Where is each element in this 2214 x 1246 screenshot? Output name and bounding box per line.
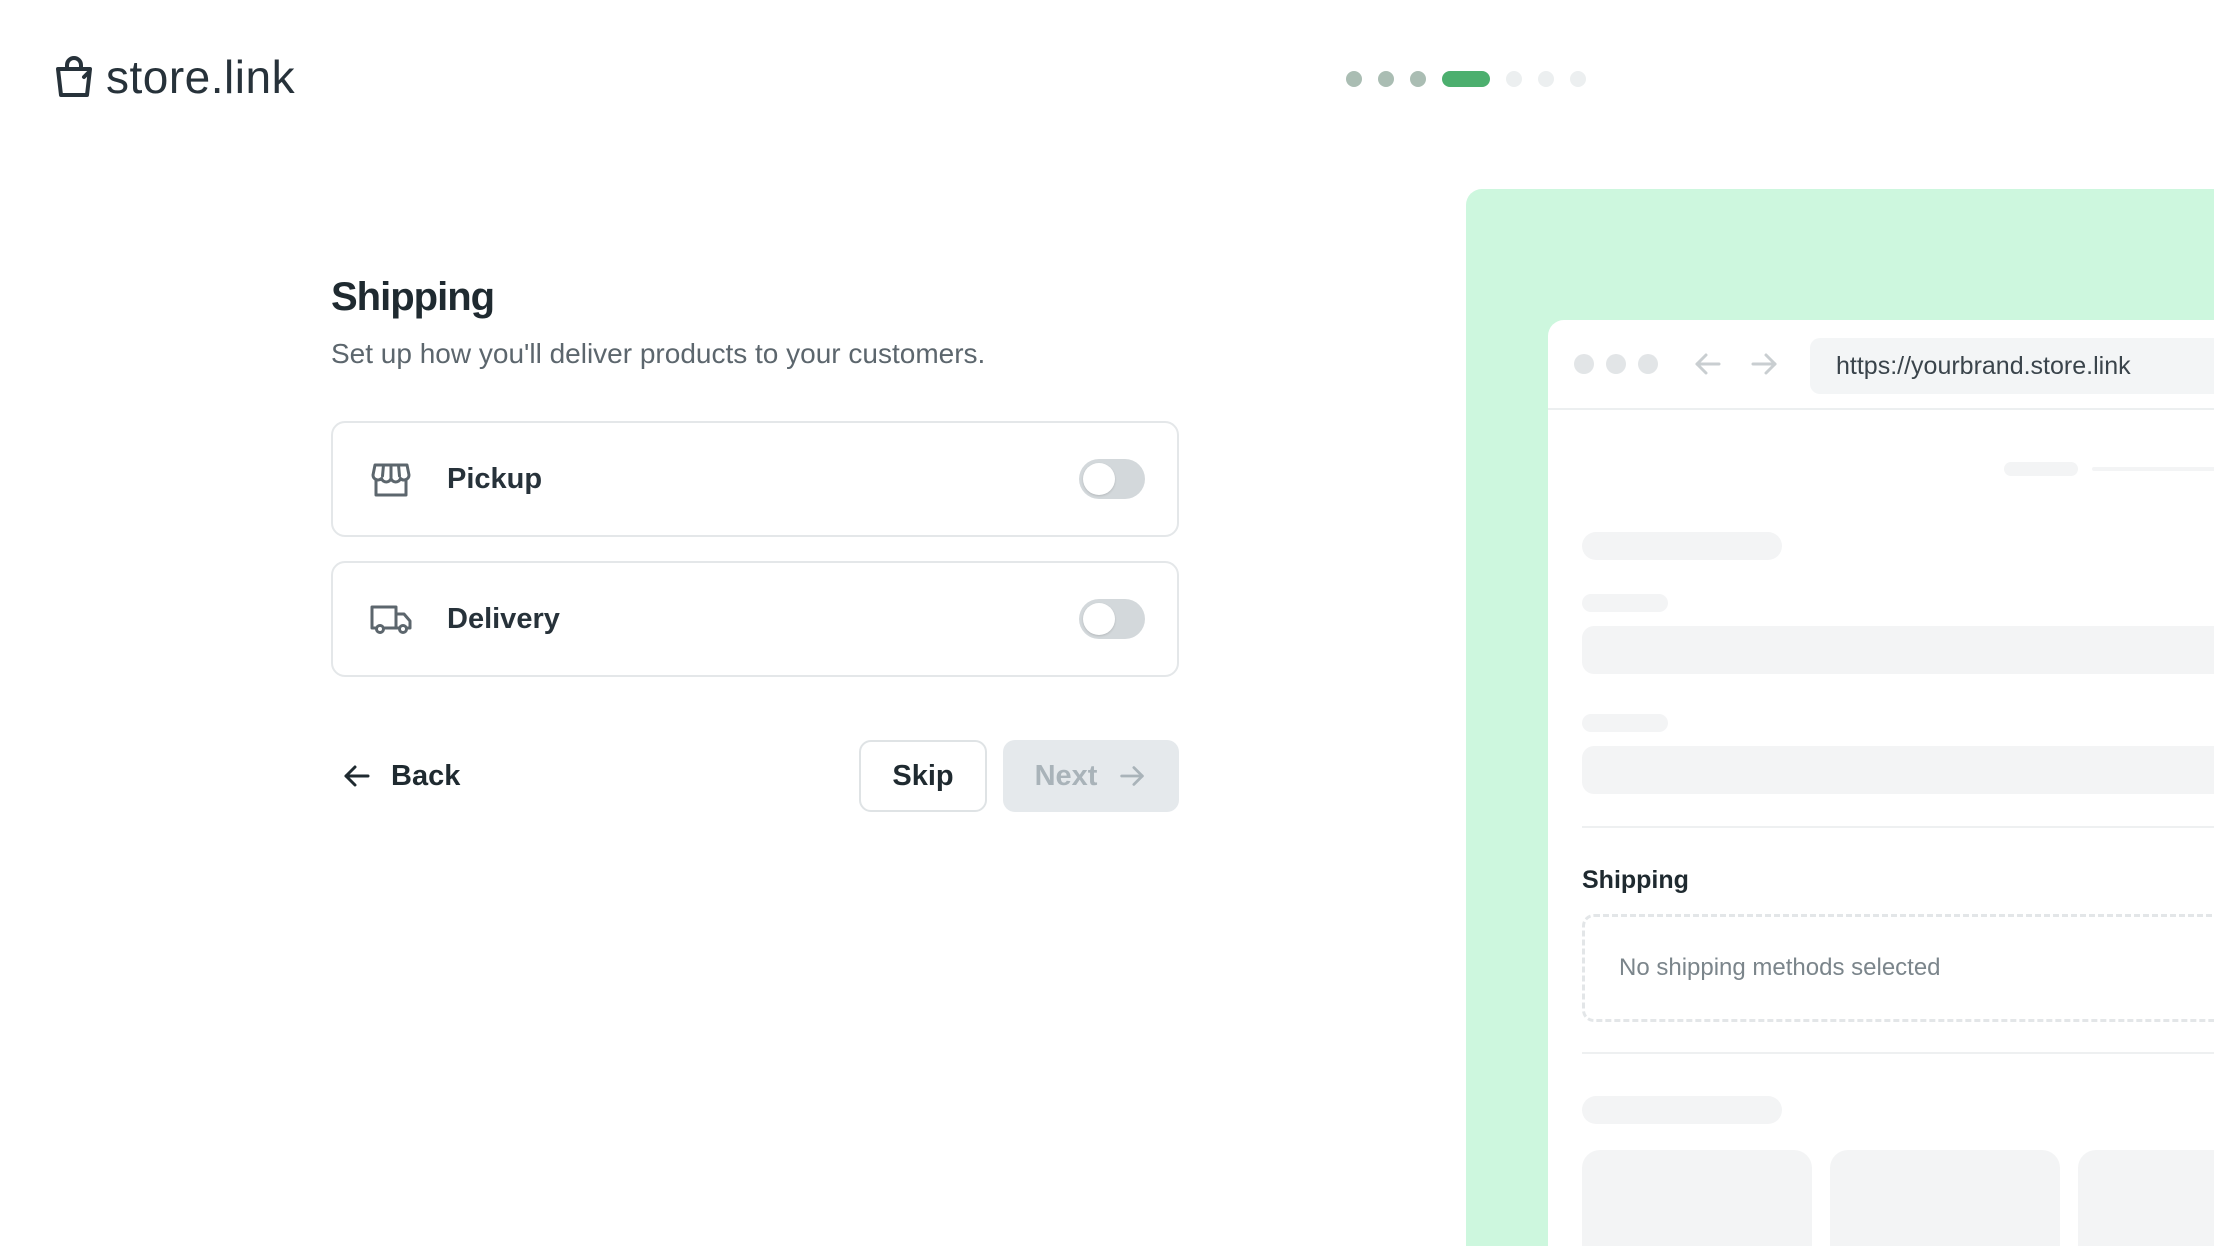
- window-controls: [1574, 354, 1658, 374]
- browser-toolbar: https://yourbrand.store.link: [1548, 320, 2214, 410]
- empty-state-text: No shipping methods selected: [1619, 954, 1941, 981]
- skeleton-bar: [2004, 462, 2078, 476]
- back-button[interactable]: Back: [341, 740, 460, 812]
- skeleton-bar: [2092, 467, 2214, 471]
- browser-nav: [1692, 348, 1780, 380]
- brand-name: store.link: [106, 51, 296, 103]
- arrow-right-icon: [1120, 766, 1145, 786]
- form-actions: Back Skip Next: [331, 740, 1179, 812]
- pickup-toggle[interactable]: [1079, 459, 1145, 499]
- option-delivery-label: Delivery: [447, 602, 560, 635]
- step-dot-7: [1570, 71, 1586, 87]
- back-arrow-icon: [1695, 353, 1721, 375]
- truck-icon: [369, 597, 413, 641]
- step-dot-1: [1346, 71, 1362, 87]
- step-dot-5: [1506, 71, 1522, 87]
- url-bar: https://yourbrand.store.link: [1810, 338, 2214, 394]
- page-subtitle: Set up how you'll deliver products to yo…: [331, 338, 986, 369]
- step-dot-current: [1442, 71, 1490, 87]
- skeleton-bar: [1582, 714, 1668, 732]
- skeleton-card: [2078, 1150, 2214, 1246]
- divider: [1582, 1052, 2214, 1054]
- arrow-left-icon: [344, 765, 370, 787]
- step-dot-2: [1378, 71, 1394, 87]
- page-title: Shipping: [331, 275, 495, 319]
- option-pickup-label: Pickup: [447, 462, 543, 495]
- skeleton-bar: [1582, 532, 1782, 560]
- skeleton-input: [1582, 746, 2214, 794]
- option-delivery[interactable]: Delivery: [331, 561, 1179, 677]
- skeleton-card: [1830, 1150, 2060, 1246]
- option-pickup[interactable]: Pickup: [331, 421, 1179, 537]
- skip-button[interactable]: Skip: [859, 740, 987, 812]
- divider: [1582, 826, 2214, 828]
- skeleton-bar: [1582, 594, 1668, 612]
- step-dot-6: [1538, 71, 1554, 87]
- storefront-icon: [369, 457, 413, 501]
- skeleton-input: [1582, 626, 2214, 674]
- preview-shipping-empty-state: No shipping methods selected: [1582, 914, 2214, 1022]
- browser-preview: https://yourbrand.store.link Shipping No…: [1548, 320, 2214, 1246]
- preview-shipping-title: Shipping: [1582, 866, 1689, 894]
- skip-button-label: Skip: [892, 759, 954, 792]
- toggle-knob: [1083, 463, 1115, 495]
- progress-stepper: [1346, 71, 1586, 87]
- next-button[interactable]: Next: [1003, 740, 1179, 812]
- url-text: https://yourbrand.store.link: [1836, 351, 2131, 380]
- window-dot: [1606, 354, 1626, 374]
- step-dot-3: [1410, 71, 1426, 87]
- skeleton-bar: [1582, 1096, 1782, 1124]
- window-dot: [1574, 354, 1594, 374]
- next-button-label: Next: [1034, 759, 1098, 792]
- back-button-label: Back: [391, 759, 461, 792]
- forward-arrow-icon: [1751, 353, 1777, 375]
- delivery-toggle[interactable]: [1079, 599, 1145, 639]
- shipping-form: Shipping Set up how you'll deliver produ…: [331, 275, 1179, 812]
- toggle-knob: [1083, 603, 1115, 635]
- brand-logo[interactable]: store.link: [50, 50, 295, 104]
- window-dot: [1638, 354, 1658, 374]
- shopping-bag-icon: [56, 56, 92, 97]
- skeleton-card: [1582, 1150, 1812, 1246]
